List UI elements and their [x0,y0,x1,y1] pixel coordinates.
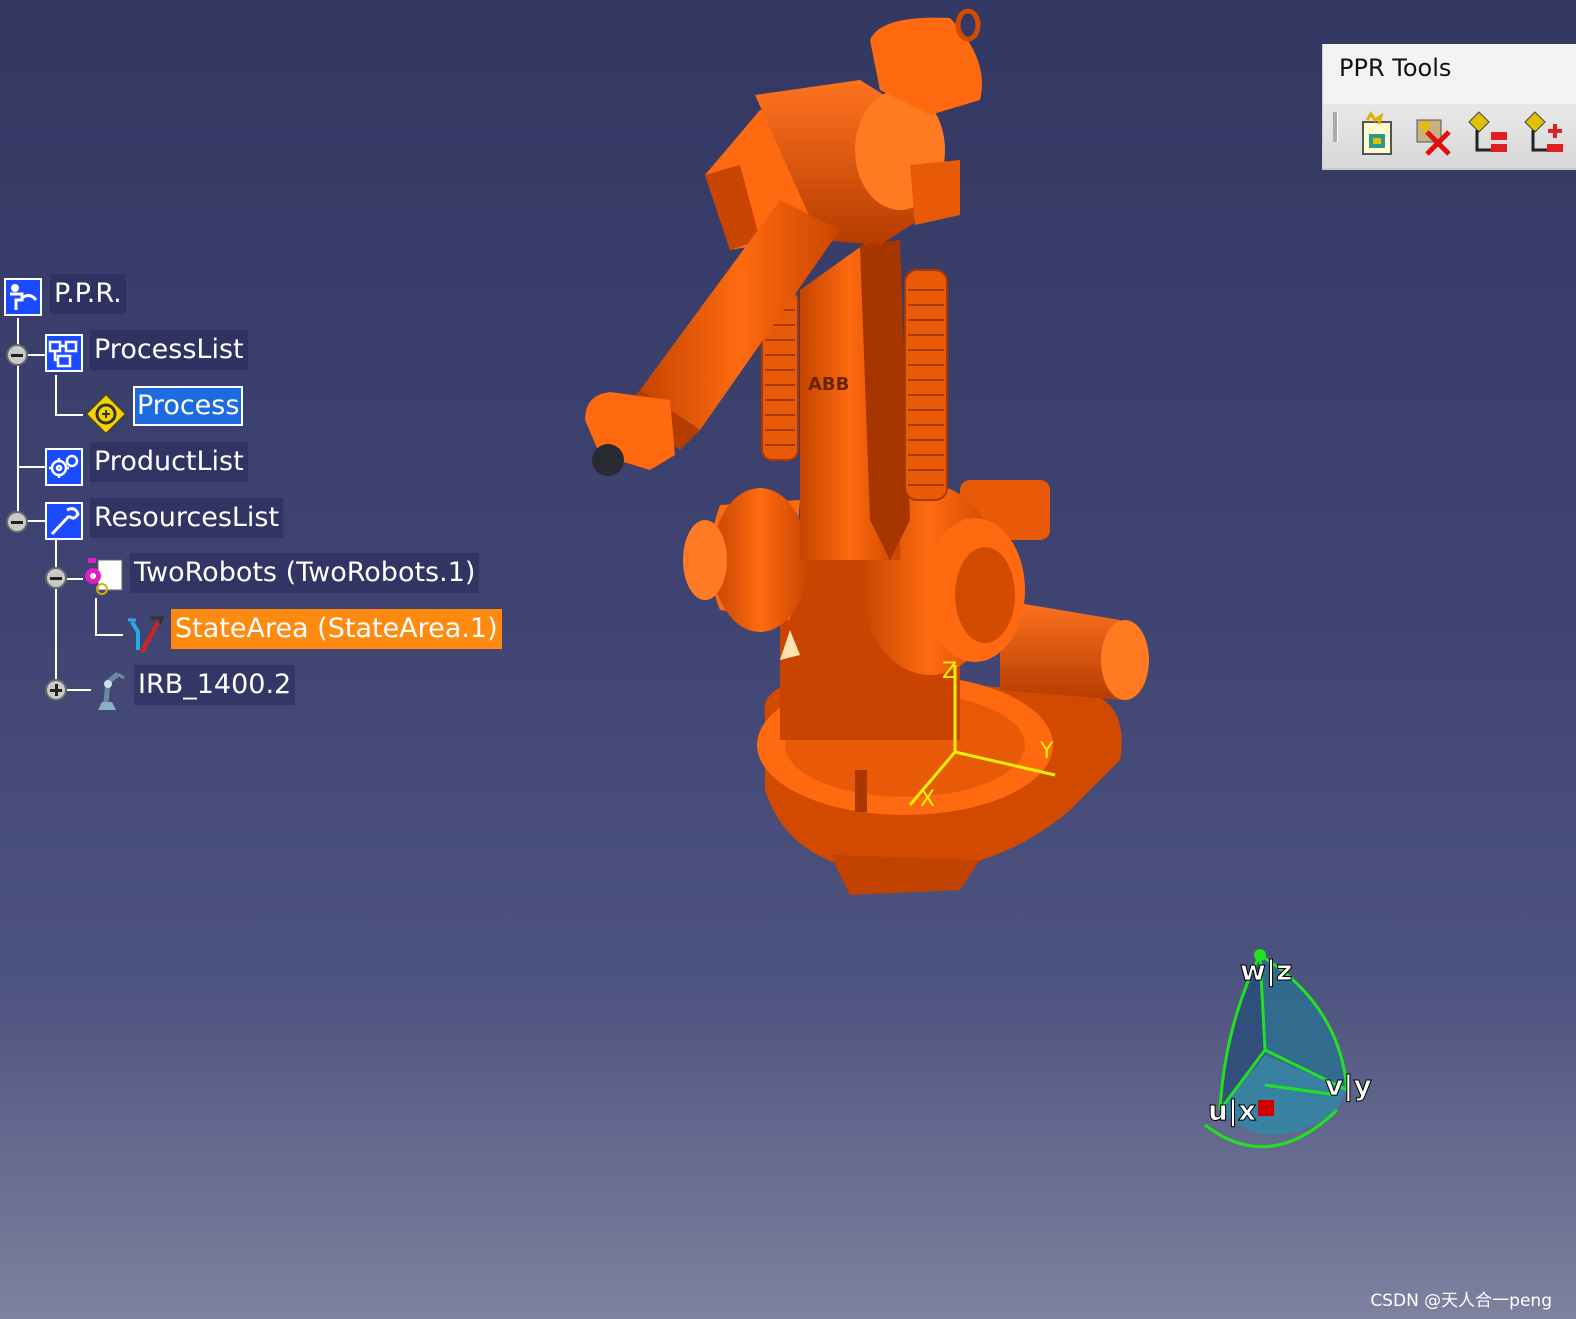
delete-ppr-button[interactable] [1409,110,1457,158]
axis-z-label: Z [942,659,957,684]
process-icon[interactable] [84,392,128,436]
axis-x-label: X [920,787,935,812]
compass-v-label: v|y [1325,1069,1372,1102]
collapse-processlist-toggle[interactable] [6,344,28,366]
abb-logo: ABB [808,374,849,395]
robot-upper-arm [705,8,982,250]
compass-u-label: u|x [1208,1094,1256,1127]
ppr-root-icon[interactable] [4,278,42,316]
tree-node-productlist[interactable]: ProductList [90,442,248,482]
add-icon [1524,111,1563,152]
ppr-tools-toolbar[interactable]: PPR Tools [1322,44,1576,170]
tree-node-processlist[interactable]: ProcessList [90,330,248,370]
reorder-ppr-button[interactable] [1465,110,1513,158]
state-area-icon[interactable] [124,612,165,653]
tree-node-irb[interactable]: IRB_1400.2 [134,665,296,705]
toolbar-title: PPR Tools [1339,54,1452,82]
resources-list-icon[interactable] [45,502,83,540]
tree-node-statearea[interactable]: StateArea (StateArea.1) [171,609,502,649]
add-ppr-button[interactable] [1521,110,1569,158]
tree-line [95,598,97,636]
specification-tree[interactable]: P.P.R. ProcessList Process ProductList R… [0,0,520,740]
new-document-icon [1362,111,1392,155]
compass-widget[interactable]: w|z v|y u|x [1190,945,1410,1165]
new-ppr-button[interactable] [1353,110,1401,158]
tree-node-ppr[interactable]: P.P.R. [50,274,126,314]
tree-node-resourceslist[interactable]: ResourcesList [90,498,284,538]
expand-irb-toggle[interactable] [45,679,67,701]
collapse-tworobots-toggle[interactable] [45,567,67,589]
reorder-icon [1468,111,1507,152]
collapse-resourceslist-toggle[interactable] [6,511,28,533]
robot-lower-arm: ABB [800,240,910,560]
watermark: CSDN @天人合一peng [1370,1291,1552,1311]
delete-icon [1416,119,1451,156]
3d-viewport[interactable]: ABB Y X Z w|z v|y u|x P.P.R. ProcessList… [0,0,1576,1319]
tree-node-tworobots[interactable]: TwoRobots (TwoRobots.1) [130,553,480,593]
axis-y-label: Y [1039,739,1054,764]
tree-node-process[interactable]: Process [133,386,244,426]
robot-cell-icon[interactable] [82,556,123,595]
toolbar-buttons [1323,104,1576,168]
toolbar-grip[interactable] [1333,112,1338,142]
tree-line [55,375,57,415]
tree-line [95,634,123,636]
compass-w-label: w|z [1240,954,1292,987]
tree-line [55,414,83,416]
tree-line [17,466,45,468]
tree-line [55,540,57,690]
product-list-icon[interactable] [45,448,83,486]
process-list-icon[interactable] [45,334,83,372]
robot-icon[interactable] [86,666,125,710]
